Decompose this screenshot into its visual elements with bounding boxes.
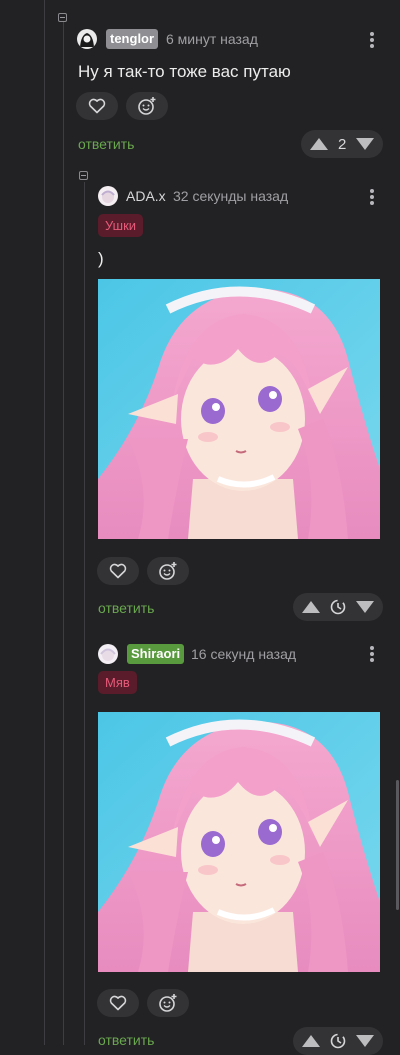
heart-icon [88,98,106,114]
avatar[interactable] [77,29,97,49]
username-link[interactable]: ADA.x [126,188,166,204]
vote-widget [293,593,383,621]
like-button[interactable] [97,557,139,585]
comment-image[interactable] [98,712,380,972]
avatar[interactable] [98,644,118,664]
react-button[interactable] [126,92,168,120]
arrow-down-icon[interactable] [356,138,374,150]
anime-girl-image [98,279,380,539]
react-button[interactable] [147,557,189,585]
comment-text: Ну я так-то тоже вас путаю [78,62,291,81]
more-vertical-icon[interactable] [370,646,374,662]
vote-widget: 2 [301,130,383,158]
thread-line-outer [44,0,45,1045]
more-vertical-icon[interactable] [370,32,374,48]
vote-score: 2 [338,136,347,153]
arrow-down-icon[interactable] [356,1035,374,1047]
scrollbar-thumb[interactable] [396,780,399,910]
comment-tag[interactable]: Ушки [98,214,144,237]
collapse-thread-button[interactable] [58,13,67,22]
reply-link[interactable]: ответить [78,136,134,152]
thread-line-level2 [84,182,85,1045]
comment-image[interactable] [98,279,380,539]
arrow-up-icon[interactable] [310,138,328,150]
arrow-up-icon[interactable] [302,1035,320,1047]
like-button[interactable] [76,92,118,120]
anime-girl-image [98,712,380,972]
avatar-image [77,29,97,49]
emoji-add-icon [138,97,156,115]
comment-time: 6 минут назад [166,31,258,47]
username-badge[interactable]: Shiraori [127,644,185,664]
vote-widget [293,1027,383,1055]
comment-time: 32 секунды назад [173,188,289,204]
comment-text: ) [98,249,104,268]
heart-icon [109,995,127,1011]
emoji-add-icon [159,562,177,580]
heart-icon [109,563,127,579]
avatar[interactable] [98,186,118,206]
arrow-down-icon[interactable] [356,601,374,613]
avatar-image [98,186,118,206]
clock-icon [330,599,346,615]
more-vertical-icon[interactable] [370,189,374,205]
username-badge[interactable]: tenglor [106,29,159,49]
reply-link[interactable]: ответить [98,600,154,616]
collapse-thread-button[interactable] [79,171,88,180]
thread-line-level1 [63,22,64,1045]
react-button[interactable] [147,989,189,1017]
like-button[interactable] [97,989,139,1017]
arrow-up-icon[interactable] [302,601,320,613]
clock-icon [330,1033,346,1049]
reply-link[interactable]: ответить [98,1032,154,1048]
avatar-image [98,644,118,664]
comment-time: 16 секунд назад [191,646,297,662]
comment-tag[interactable]: Мяв [98,671,137,694]
emoji-add-icon [159,994,177,1012]
